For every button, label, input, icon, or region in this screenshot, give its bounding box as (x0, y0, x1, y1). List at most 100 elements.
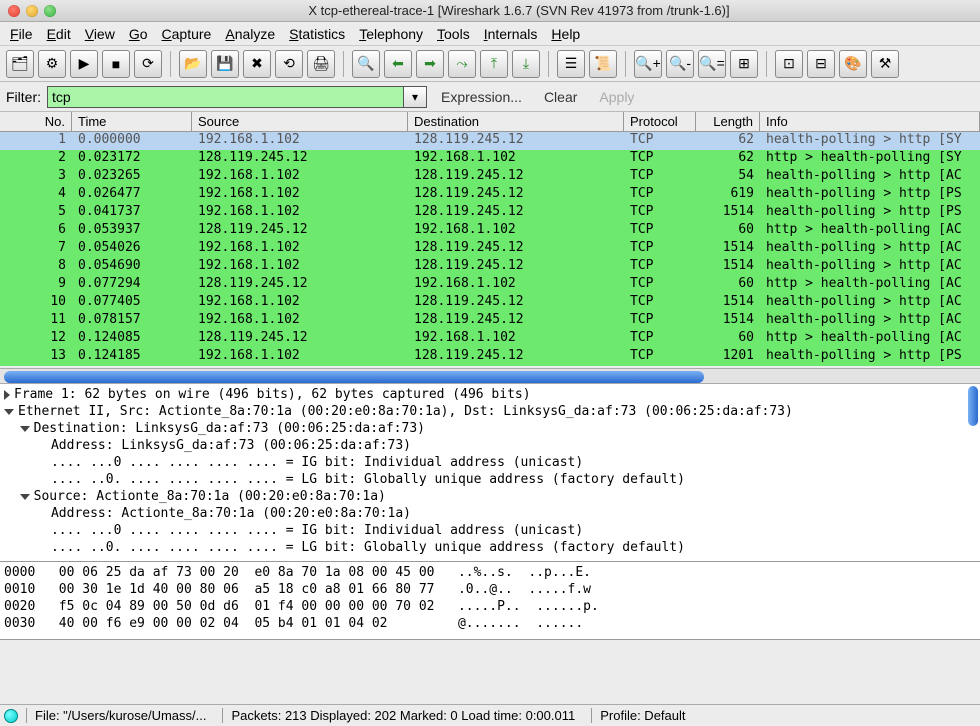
detail-line[interactable]: .... ...0 .... .... .... .... = IG bit: … (4, 522, 976, 539)
packet-row[interactable]: 60.053937128.119.245.12192.168.1.102TCP6… (0, 222, 980, 240)
expand-icon[interactable] (4, 390, 10, 400)
zoom-out-button[interactable]: 🔍- (666, 50, 694, 78)
back-button[interactable]: ⬅ (384, 50, 412, 78)
detail-line[interactable]: Source: Actionte_8a:70:1a (00:20:e0:8a:7… (4, 488, 976, 505)
menu-edit[interactable]: Edit (47, 26, 71, 42)
packet-row[interactable]: 50.041737192.168.1.102128.119.245.12TCP1… (0, 204, 980, 222)
separator (625, 51, 626, 77)
packet-list-pane[interactable]: 10.000000192.168.1.102128.119.245.12TCP6… (0, 132, 980, 368)
filter-input[interactable] (47, 86, 404, 108)
menu-go[interactable]: Go (129, 26, 148, 42)
close-window-button[interactable] (8, 5, 20, 17)
menu-analyze[interactable]: Analyze (225, 26, 275, 42)
scrollbar-thumb[interactable] (4, 371, 704, 383)
apply-filter-button[interactable]: Apply (591, 89, 642, 105)
menu-statistics[interactable]: Statistics (289, 26, 345, 42)
collapse-icon[interactable] (20, 494, 30, 500)
menu-file[interactable]: File (10, 26, 33, 42)
packet-row[interactable]: 20.023172128.119.245.12192.168.1.102TCP6… (0, 150, 980, 168)
hex-line: 0020 f5 0c 04 89 00 50 0d d6 01 f4 00 00… (4, 598, 976, 615)
packet-row[interactable]: 70.054026192.168.1.102128.119.245.12TCP1… (0, 240, 980, 258)
detail-line[interactable]: Destination: LinksysG_da:af:73 (00:06:25… (4, 420, 976, 437)
main-toolbar: 🗂 ⚙ ▶ ■ ⟳ 📂 💾 ✖ ⟲ 🖨 🔍 ⬅ ➡ ⤳ ⤒ ⤓ ☰ 📜 🔍+ 🔍… (0, 46, 980, 82)
minimize-window-button[interactable] (26, 5, 38, 17)
packet-row[interactable]: 30.023265192.168.1.102128.119.245.12TCP5… (0, 168, 980, 186)
detail-line[interactable]: .... ...0 .... .... .... .... = IG bit: … (4, 454, 976, 471)
separator (766, 51, 767, 77)
jump-button[interactable]: ⤳ (448, 50, 476, 78)
packet-row[interactable]: 100.077405192.168.1.102128.119.245.12TCP… (0, 294, 980, 312)
col-destination[interactable]: Destination (408, 112, 624, 131)
col-length[interactable]: Length (696, 112, 760, 131)
detail-line[interactable]: Address: LinksysG_da:af:73 (00:06:25:da:… (4, 437, 976, 454)
col-source[interactable]: Source (192, 112, 408, 131)
collapse-icon[interactable] (20, 426, 30, 432)
hex-line: 0010 00 30 1e 1d 40 00 80 06 a5 18 c0 a8… (4, 581, 976, 598)
display-filters-button[interactable]: ⊟ (807, 50, 835, 78)
col-time[interactable]: Time (72, 112, 192, 131)
packet-row[interactable]: 40.026477192.168.1.102128.119.245.12TCP6… (0, 186, 980, 204)
zoom-in-button[interactable]: 🔍+ (634, 50, 662, 78)
restart-capture-button[interactable]: ⟳ (134, 50, 162, 78)
packet-row[interactable]: 90.077294128.119.245.12192.168.1.102TCP6… (0, 276, 980, 294)
detail-line[interactable]: .... ..0. .... .... .... .... = LG bit: … (4, 471, 976, 488)
resize-columns-button[interactable]: ⊞ (730, 50, 758, 78)
window-titlebar: X tcp-ethereal-trace-1 [Wireshark 1.6.7 … (0, 0, 980, 22)
go-first-button[interactable]: ⤒ (480, 50, 508, 78)
start-capture-button[interactable]: ▶ (70, 50, 98, 78)
close-file-button[interactable]: ✖ (243, 50, 271, 78)
expert-info-icon[interactable] (4, 709, 18, 723)
packet-row[interactable]: 120.124085128.119.245.12192.168.1.102TCP… (0, 330, 980, 348)
preferences-button[interactable]: ⚒ (871, 50, 899, 78)
colorize-button[interactable]: ☰ (557, 50, 585, 78)
menu-capture[interactable]: Capture (162, 26, 212, 42)
status-profile[interactable]: Profile: Default (591, 708, 693, 723)
hex-line: 0030 40 00 f6 e9 00 00 02 04 05 b4 01 01… (4, 615, 976, 632)
horizontal-scrollbar[interactable] (0, 368, 980, 384)
packet-row[interactable]: 10.000000192.168.1.102128.119.245.12TCP6… (0, 132, 980, 150)
clear-filter-button[interactable]: Clear (536, 89, 585, 105)
go-last-button[interactable]: ⤓ (512, 50, 540, 78)
collapse-icon[interactable] (4, 409, 14, 415)
filter-label: Filter: (6, 89, 41, 105)
forward-button[interactable]: ➡ (416, 50, 444, 78)
col-no[interactable]: No. (0, 112, 72, 131)
menu-help[interactable]: Help (551, 26, 580, 42)
open-file-button[interactable]: 📂 (179, 50, 207, 78)
detail-line[interactable]: Ethernet II, Src: Actionte_8a:70:1a (00:… (4, 403, 976, 420)
autoscroll-button[interactable]: 📜 (589, 50, 617, 78)
filter-dropdown-button[interactable]: ▾ (403, 86, 427, 108)
capture-options-button[interactable]: ⚙ (38, 50, 66, 78)
packet-bytes-pane[interactable]: 0000 00 06 25 da af 73 00 20 e0 8a 70 1a… (0, 562, 980, 640)
packet-details-pane[interactable]: Frame 1: 62 bytes on wire (496 bits), 62… (0, 384, 980, 562)
stop-capture-button[interactable]: ■ (102, 50, 130, 78)
detail-line[interactable]: Address: Actionte_8a:70:1a (00:20:e0:8a:… (4, 505, 976, 522)
packet-list-header[interactable]: No. Time Source Destination Protocol Len… (0, 112, 980, 132)
detail-line[interactable]: .... ..0. .... .... .... .... = LG bit: … (4, 539, 976, 556)
menu-view[interactable]: View (85, 26, 115, 42)
reload-button[interactable]: ⟲ (275, 50, 303, 78)
find-button[interactable]: 🔍 (352, 50, 380, 78)
packet-row[interactable]: 110.078157192.168.1.102128.119.245.12TCP… (0, 312, 980, 330)
col-info[interactable]: Info (760, 112, 980, 131)
print-button[interactable]: 🖨 (307, 50, 335, 78)
save-file-button[interactable]: 💾 (211, 50, 239, 78)
menu-bar: File Edit View Go Capture Analyze Statistics Te… (0, 22, 980, 46)
coloring-rules-button[interactable]: 🎨 (839, 50, 867, 78)
separator (343, 51, 344, 77)
vertical-scrollbar-thumb[interactable] (968, 386, 978, 426)
menu-tools[interactable]: Tools (437, 26, 470, 42)
separator (548, 51, 549, 77)
interfaces-button[interactable]: 🗂 (6, 50, 34, 78)
packet-row[interactable]: 130.124185192.168.1.102128.119.245.12TCP… (0, 348, 980, 366)
col-protocol[interactable]: Protocol (624, 112, 696, 131)
status-file: File: "/Users/kurose/Umass/... (26, 708, 214, 723)
menu-internals[interactable]: Internals (484, 26, 538, 42)
zoom-window-button[interactable] (44, 5, 56, 17)
detail-line[interactable]: Frame 1: 62 bytes on wire (496 bits), 62… (4, 386, 976, 403)
menu-telephony[interactable]: Telephony (359, 26, 423, 42)
zoom-reset-button[interactable]: 🔍= (698, 50, 726, 78)
expression-button[interactable]: Expression... (433, 89, 530, 105)
capture-filters-button[interactable]: ⊡ (775, 50, 803, 78)
packet-row[interactable]: 80.054690192.168.1.102128.119.245.12TCP1… (0, 258, 980, 276)
